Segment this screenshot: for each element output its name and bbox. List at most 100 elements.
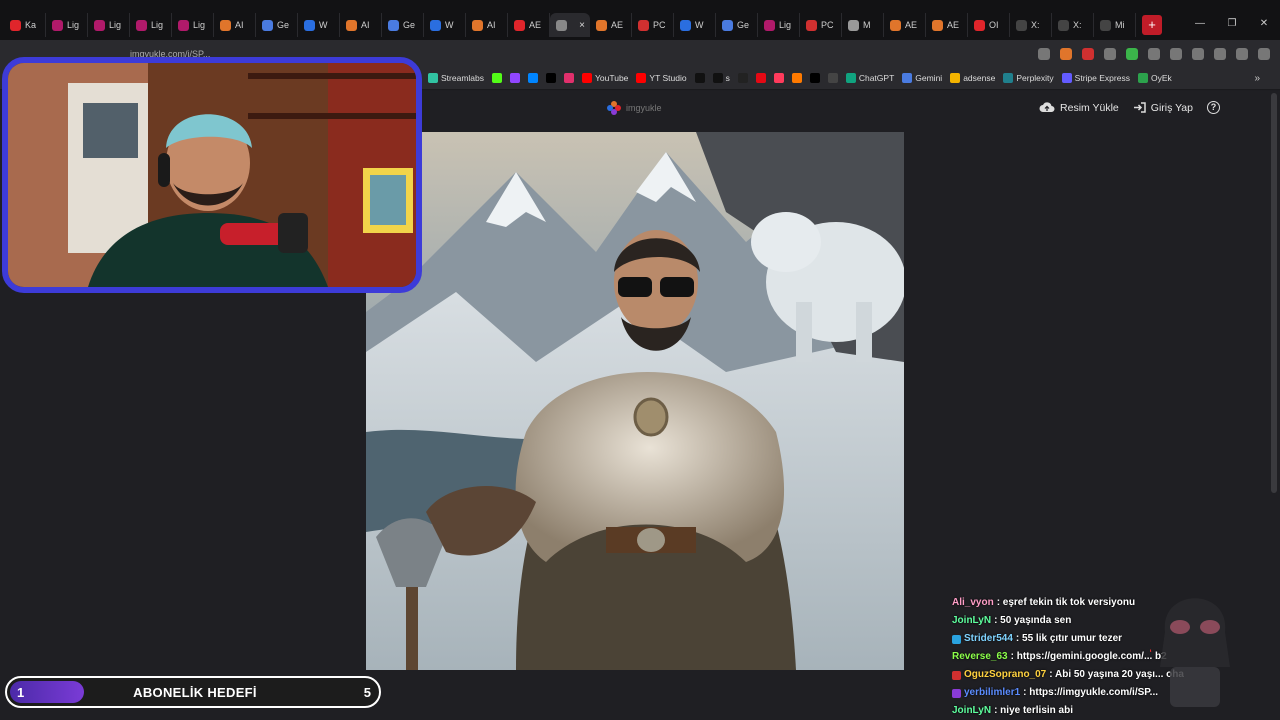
menu-icon[interactable] [1258, 48, 1270, 60]
tab-favicon-icon [848, 19, 859, 31]
bookmark-item[interactable] [564, 73, 574, 83]
bookmark-favicon-icon [755, 73, 766, 83]
chat-text: : 50 yaşında sen [994, 615, 1072, 626]
tab-title: AI [487, 20, 496, 30]
browser-tab[interactable]: Ka [4, 13, 46, 37]
brave-rewards-icon[interactable] [1082, 48, 1094, 60]
bookmark-item[interactable]: OyEk [1137, 73, 1172, 83]
browser-tab[interactable]: Lig [46, 13, 88, 37]
goal-target: 5 [363, 685, 371, 700]
bookmark-item[interactable] [827, 73, 838, 83]
bookmark-favicon-icon [809, 73, 820, 83]
brave-shield-icon[interactable] [1060, 48, 1072, 60]
browser-tab[interactable]: M [842, 13, 884, 37]
bookmark-favicon-icon [564, 73, 574, 83]
tab-favicon-icon [932, 19, 943, 31]
extensions-puzzle-icon[interactable] [1148, 48, 1160, 60]
login-button[interactable]: Giriş Yap [1133, 102, 1193, 114]
browser-tab[interactable]: Ge [256, 13, 298, 37]
bookmark-item[interactable] [510, 73, 520, 83]
tab-title: OI [989, 20, 999, 30]
chat-text: : 55 lik çıtır umur tezer [1015, 633, 1123, 644]
browser-tab[interactable]: W [424, 13, 466, 37]
cloud-upload-icon [1039, 102, 1055, 112]
wallet-icon[interactable] [1214, 48, 1226, 60]
bookmark-item[interactable] [694, 73, 705, 83]
tab-title: M [863, 20, 871, 30]
chat-text: : eşref tekin tik tok versiyonu [996, 597, 1136, 608]
help-icon[interactable]: ? [1207, 101, 1220, 114]
bookmark-item[interactable]: Gemini [902, 73, 942, 83]
extension-icon[interactable] [1126, 48, 1138, 60]
browser-tab[interactable]: AE [926, 13, 968, 37]
bookmark-item[interactable] [528, 73, 538, 83]
close-tab-icon[interactable]: × [579, 20, 585, 31]
bookmark-item[interactable]: Stripe Express [1061, 73, 1130, 83]
bookmark-item[interactable] [546, 73, 556, 83]
tab-title: W [319, 20, 328, 30]
tab-title: Lig [67, 20, 80, 30]
bookmark-item[interactable]: Streamlabs [428, 73, 484, 83]
browser-tab[interactable]: X: [1010, 13, 1052, 37]
new-tab-button[interactable]: + [1142, 15, 1162, 35]
bookmark-item[interactable]: ChatGPT [845, 73, 894, 83]
browser-tab[interactable]: AI [214, 13, 256, 37]
browser-tab[interactable]: Ge [716, 13, 758, 37]
bookmark-item[interactable]: Perplexity [1003, 73, 1054, 83]
browser-tab[interactable]: Lig [130, 13, 172, 37]
browser-tab[interactable]: AE [884, 13, 926, 37]
extension-icon[interactable] [1104, 48, 1116, 60]
bookmark-item[interactable] [492, 73, 502, 83]
tab-favicon-icon [10, 19, 21, 31]
browser-tab[interactable]: AI [466, 13, 508, 37]
bookmarks-overflow-icon[interactable]: » [1254, 73, 1260, 84]
bookmark-item[interactable] [755, 73, 766, 83]
bookmark-item[interactable]: adsense [950, 73, 995, 83]
upload-button[interactable]: Resim Yükle [1039, 102, 1119, 114]
bookmark-label: Perplexity [1016, 73, 1054, 83]
tab-favicon-icon [1100, 19, 1111, 31]
vpn-icon[interactable] [1236, 48, 1248, 60]
login-icon [1133, 102, 1146, 113]
browser-tab[interactable]: OI [968, 13, 1010, 37]
bookmark-item[interactable] [809, 73, 820, 83]
bookmark-item[interactable]: s [712, 73, 730, 83]
page-scrollbar[interactable] [1271, 93, 1277, 493]
browser-tab[interactable]: AI [340, 13, 382, 37]
site-logo[interactable]: imgyukle [606, 100, 662, 116]
browser-tab[interactable]: AE [508, 13, 550, 37]
browser-tab[interactable]: Lig [758, 13, 800, 37]
browser-tab[interactable]: Ge [382, 13, 424, 37]
chat-badge-icon [952, 670, 961, 680]
tab-favicon-icon [178, 19, 189, 31]
minimize-icon[interactable]: — [1184, 18, 1216, 29]
chat-username: yerbilimler1 [964, 687, 1021, 698]
tab-title: AI [235, 20, 244, 30]
media-icon[interactable] [1170, 48, 1182, 60]
bookmark-item[interactable] [737, 73, 748, 83]
logo-star-icon [607, 101, 621, 115]
bookmark-item[interactable] [791, 73, 802, 83]
browser-tab[interactable]: PC [632, 13, 674, 37]
bookmark-favicon-icon [773, 73, 784, 83]
tab-favicon-icon [806, 19, 817, 31]
browser-tab[interactable]: AE [590, 13, 632, 37]
bookmark-item[interactable]: YT Studio [636, 73, 687, 83]
close-window-icon[interactable]: ✕ [1248, 18, 1280, 29]
chat-username: Reverse_63 [952, 651, 1008, 662]
tab-title: Lig [151, 20, 164, 30]
sidebar-icon[interactable] [1192, 48, 1204, 60]
browser-tab[interactable]: X: [1052, 13, 1094, 37]
bookmark-item[interactable]: YouTube [582, 73, 628, 83]
maximize-icon[interactable]: ❐ [1216, 18, 1248, 29]
browser-tab[interactable]: W [298, 13, 340, 37]
bookmark-item[interactable] [773, 73, 784, 83]
tab-favicon-icon [262, 19, 273, 31]
browser-tab[interactable]: Lig [172, 13, 214, 37]
browser-tab[interactable]: PC [800, 13, 842, 37]
browser-tab[interactable]: Mi [1094, 13, 1136, 37]
browser-tab[interactable]: Lig [88, 13, 130, 37]
browser-tab[interactable]: × [550, 13, 590, 37]
browser-tab[interactable]: W [674, 13, 716, 37]
share-icon[interactable] [1038, 48, 1050, 60]
